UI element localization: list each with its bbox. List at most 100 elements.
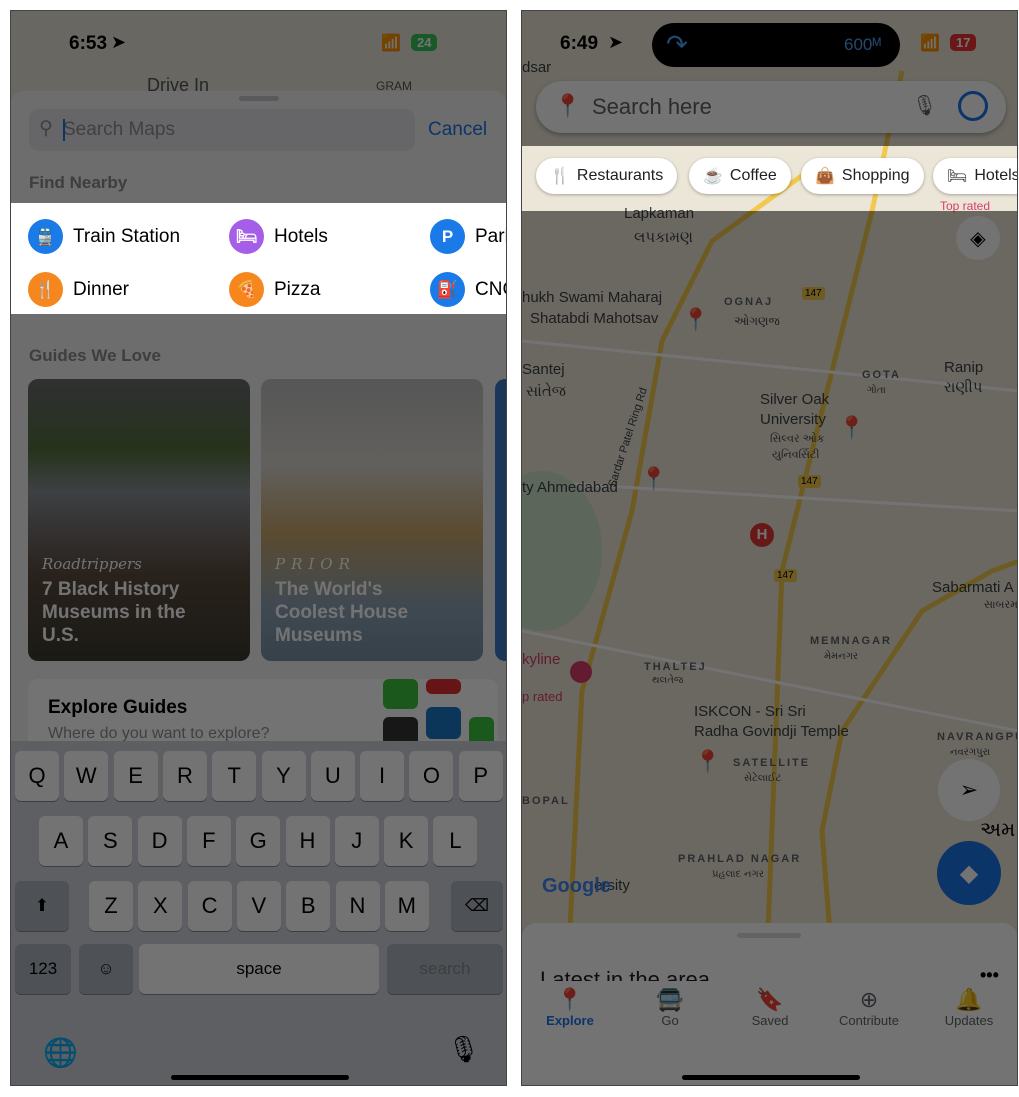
hospital-pin-icon[interactable]: H — [750, 523, 774, 547]
layers-button[interactable]: ◈ — [956, 216, 1000, 260]
nav-contribute[interactable]: ⊕ Contribute — [829, 987, 909, 1028]
chip-restaurants[interactable]: 🍴 Restaurants — [536, 158, 678, 194]
key-z[interactable]: Z — [89, 881, 133, 931]
nearby-dinner[interactable]: 🍴 Dinner — [28, 272, 129, 307]
temple-pin-icon[interactable]: 📍 — [682, 307, 709, 333]
space-key[interactable]: space — [139, 944, 379, 994]
nav-explore[interactable]: 📍 Explore — [530, 987, 610, 1028]
chip-hotels[interactable]: 🛏 Hotels — [933, 158, 1017, 194]
nav-updates[interactable]: 🔔 Updates — [929, 987, 1009, 1028]
map-label: સેટેલાઈટ — [744, 773, 782, 784]
key-f[interactable]: F — [186, 816, 231, 866]
map-label: અમ — [980, 819, 1016, 841]
search-key[interactable]: search — [387, 944, 503, 994]
map-label: ઓગણજ — [734, 314, 780, 328]
key-w[interactable]: W — [64, 751, 109, 801]
map-label: hukh Swami Maharaj — [522, 289, 663, 306]
map-label: થલતેજ — [652, 675, 684, 686]
key-d[interactable]: D — [137, 816, 182, 866]
globe-icon[interactable]: 🌐 — [43, 1036, 78, 1069]
dynamic-island[interactable]: ↷ 600ᴹ — [652, 23, 900, 67]
numbers-key[interactable]: 123 — [15, 944, 71, 994]
pin-icon: 📍 — [556, 987, 584, 1012]
microphone-icon[interactable]: 🎙 — [912, 93, 937, 118]
key-m[interactable]: M — [384, 881, 429, 931]
emoji-key[interactable]: ☺ — [79, 944, 133, 994]
microphone-icon[interactable]: 🎙 — [447, 1034, 480, 1065]
guide-title: 7 Black History Museums in the U.S. — [42, 579, 186, 646]
key-u[interactable]: U — [310, 751, 355, 801]
map-label: University — [760, 411, 826, 428]
key-y[interactable]: Y — [261, 751, 306, 801]
guide-card[interactable] — [495, 379, 506, 661]
sheet-grabber[interactable] — [239, 96, 279, 101]
key-r[interactable]: R — [162, 751, 207, 801]
key-v[interactable]: V — [236, 881, 281, 931]
map-label: GOTA — [862, 369, 901, 381]
turn-arrow-icon: ↷ — [666, 29, 688, 59]
key-k[interactable]: K — [384, 816, 429, 866]
search-input[interactable]: Search here 📍 🎙 — [536, 81, 1006, 133]
directions-button[interactable]: ◆ — [937, 841, 1001, 905]
temple-pin-icon[interactable]: 📍 — [694, 749, 721, 775]
guide-card[interactable]: PRIOR The World's Coolest House Museums — [261, 379, 483, 661]
key-q[interactable]: Q — [15, 751, 59, 801]
google-maps-screen[interactable]: dsar Lapkaman લપકામણ hukh Swami Maharaj … — [521, 10, 1018, 1086]
map-label: ISKCON - Sri Sri — [694, 703, 806, 720]
shift-key[interactable]: ⬆ — [15, 881, 69, 931]
guide-card[interactable]: Roadtrippers 7 Black History Museums in … — [28, 379, 250, 661]
university-pin-icon[interactable]: 📍 — [838, 415, 865, 441]
map-label: PRAHLAD NAGAR — [678, 853, 802, 865]
nearby-hotels[interactable]: 🛏 Hotels — [229, 219, 328, 254]
wifi-icon: 📶 — [381, 35, 401, 52]
map-label: Top rated — [940, 199, 991, 213]
nav-go[interactable]: 🚍 Go — [630, 987, 710, 1028]
map-label: સિલ્વર ઓક — [770, 433, 825, 445]
nearby-train-station[interactable]: 🚆 Train Station — [28, 219, 180, 254]
chip-label: Shopping — [841, 167, 910, 184]
hotel-pin-icon[interactable] — [570, 661, 592, 683]
cancel-button[interactable]: Cancel — [428, 119, 487, 141]
nearby-parking[interactable]: P Parking — [430, 219, 506, 254]
guides-title: Guides We Love — [29, 346, 161, 365]
battery-indicator: 17 — [950, 34, 977, 51]
key-a[interactable]: A — [39, 816, 83, 866]
guide-source: Roadtrippers — [42, 555, 142, 573]
explore-guides-card[interactable]: Explore Guides Where do you want to expl… — [28, 679, 498, 749]
key-o[interactable]: O — [409, 751, 454, 801]
key-s[interactable]: S — [88, 816, 133, 866]
key-i[interactable]: I — [360, 751, 405, 801]
key-b[interactable]: B — [286, 881, 331, 931]
key-t[interactable]: T — [212, 751, 257, 801]
bed-icon: 🛏 — [947, 168, 968, 185]
key-j[interactable]: J — [334, 816, 379, 866]
battery-indicator: 24 — [411, 34, 438, 51]
key-l[interactable]: L — [433, 816, 478, 866]
delete-key[interactable]: ⌫ — [451, 881, 503, 931]
key-e[interactable]: E — [113, 751, 158, 801]
key-n[interactable]: N — [335, 881, 380, 931]
key-h[interactable]: H — [285, 816, 330, 866]
search-placeholder: Search Maps — [63, 119, 175, 140]
search-input[interactable]: Search Maps ⚲ — [29, 109, 415, 151]
museum-pin-icon[interactable]: 📍 — [640, 466, 667, 492]
my-location-button[interactable]: ➢ — [938, 759, 1000, 821]
chip-shopping[interactable]: 👜 Shopping — [801, 158, 924, 194]
key-c[interactable]: C — [187, 881, 232, 931]
key-p[interactable]: P — [458, 751, 503, 801]
nearby-cng[interactable]: ⛽ CNG — [430, 272, 506, 307]
nearby-label: CNG — [475, 278, 506, 300]
key-x[interactable]: X — [138, 881, 183, 931]
map-label: kyline — [522, 651, 561, 668]
home-indicator — [171, 1075, 349, 1080]
account-icon[interactable] — [958, 91, 988, 121]
map-label: Lapkaman — [624, 205, 695, 222]
nav-saved[interactable]: 🔖 Saved — [730, 987, 810, 1028]
map-label: Ranip — [944, 359, 984, 376]
chip-coffee[interactable]: ☕ Coffee — [689, 158, 791, 194]
home-indicator — [682, 1075, 860, 1080]
nearby-pizza[interactable]: 🍕 Pizza — [229, 272, 320, 307]
key-g[interactable]: G — [236, 816, 281, 866]
location-arrow-icon: ➤ — [111, 32, 127, 52]
highway-shield: 147 — [798, 475, 821, 488]
